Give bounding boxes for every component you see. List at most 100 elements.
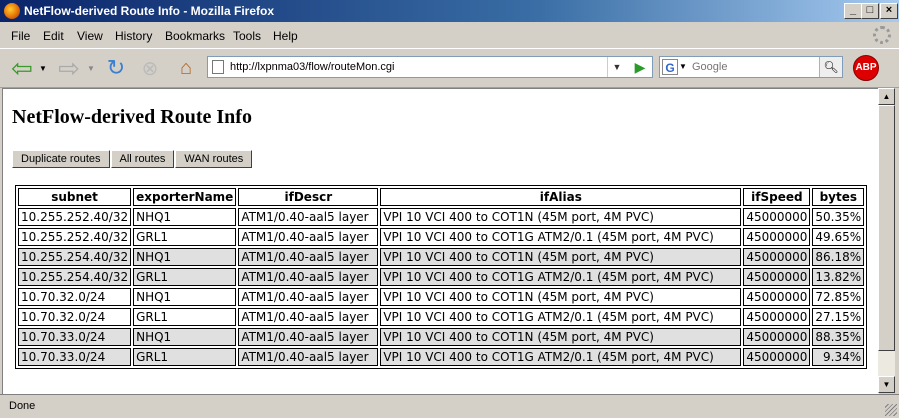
cell-ifalias: VPI 10 VCI 400 to COT1G ATM2/0.1 (45M po… — [380, 228, 742, 246]
back-history-dropdown-icon[interactable]: ▼ — [38, 61, 48, 75]
menu-bookmarks[interactable]: Bookmarks — [165, 29, 225, 43]
cell-bytes: 72.85% — [812, 288, 865, 306]
cell-subnet: 10.70.33.0/24 — [18, 328, 132, 346]
menu-view[interactable]: View — [77, 29, 103, 43]
google-engine-icon[interactable]: G — [662, 59, 678, 75]
reload-icon[interactable]: ↻ — [103, 55, 129, 81]
window-title: NetFlow-derived Route Info - Mozilla Fir… — [24, 4, 275, 18]
cell-ifspeed: 45000000 — [743, 348, 811, 366]
search-bar[interactable]: G ▼ 🔍︎ — [659, 56, 843, 78]
column-header-bytes: bytes — [812, 188, 865, 206]
cell-bytes: 49.65% — [812, 228, 865, 246]
cell-subnet: 10.255.254.40/32 — [18, 248, 132, 266]
cell-ifalias: VPI 10 VCI 400 to COT1N (45M port, 4M PV… — [380, 288, 742, 306]
cell-exportername: GRL1 — [133, 228, 237, 246]
cell-ifalias: VPI 10 VCI 400 to COT1G ATM2/0.1 (45M po… — [380, 348, 742, 366]
cell-exportername: NHQ1 — [133, 208, 237, 226]
wan-routes-button[interactable]: WAN routes — [175, 150, 253, 168]
cell-bytes: 9.34% — [812, 348, 865, 366]
menu-edit[interactable]: Edit — [43, 29, 64, 43]
table-row: 10.255.252.40/32 NHQ1 ATM1/0.40-aal5 layer… — [18, 208, 865, 226]
search-icon[interactable]: 🔍︎ — [819, 57, 842, 77]
cell-ifspeed: 45000000 — [743, 228, 811, 246]
cell-ifalias: VPI 10 VCI 400 to COT1G ATM2/0.1 (45M po… — [380, 308, 742, 326]
column-header-exportername: exporterName — [133, 188, 237, 206]
cell-exportername: GRL1 — [133, 308, 237, 326]
cell-exportername: NHQ1 — [133, 248, 237, 266]
cell-ifspeed: 45000000 — [743, 328, 811, 346]
vertical-scrollbar[interactable]: ▲ ▼ — [878, 88, 895, 393]
table-row: 10.70.33.0/24 GRL1 ATM1/0.40-aal5 layer VPI… — [18, 348, 865, 366]
scrollbar-thumb[interactable] — [878, 105, 895, 351]
table-row: 10.255.252.40/32 GRL1 ATM1/0.40-aal5 layer… — [18, 228, 865, 246]
cell-subnet: 10.70.32.0/24 — [18, 288, 132, 306]
table-header-row: subnet exporterName ifDescr ifAlias ifSp… — [18, 188, 865, 206]
cell-ifspeed: 45000000 — [743, 268, 811, 286]
duplicate-routes-button[interactable]: Duplicate routes — [12, 150, 110, 168]
scroll-up-icon[interactable]: ▲ — [878, 88, 895, 105]
cell-ifalias: VPI 10 VCI 400 to COT1N (45M port, 4M PV… — [380, 328, 742, 346]
resize-grip-icon[interactable] — [885, 404, 897, 416]
cell-bytes: 50.35% — [812, 208, 865, 226]
adblock-plus-icon[interactable]: ABP — [853, 55, 879, 81]
search-engine-dropdown-icon[interactable]: ▼ — [679, 62, 687, 71]
cell-ifspeed: 45000000 — [743, 288, 811, 306]
window-titlebar[interactable]: NetFlow-derived Route Info - Mozilla Fir… — [0, 0, 899, 22]
cell-ifdescr: ATM1/0.40-aal5 layer — [238, 288, 379, 306]
page-content: NetFlow-derived Route Info Duplicate rou… — [2, 88, 879, 394]
cell-bytes: 13.82% — [812, 268, 865, 286]
cell-ifdescr: ATM1/0.40-aal5 layer — [238, 268, 379, 286]
status-bar: Done — [0, 394, 899, 418]
menu-bar: File Edit View History Bookmarks Tools H… — [0, 24, 899, 46]
cell-ifdescr: ATM1/0.40-aal5 layer — [238, 228, 379, 246]
cell-exportername: NHQ1 — [133, 328, 237, 346]
table-row: 10.70.33.0/24 NHQ1 ATM1/0.40-aal5 layer VPI… — [18, 328, 865, 346]
cell-exportername: GRL1 — [133, 348, 237, 366]
column-header-ifdescr: ifDescr — [238, 188, 379, 206]
throbber-icon — [873, 26, 891, 44]
cell-exportername: NHQ1 — [133, 288, 237, 306]
menu-history[interactable]: History — [115, 29, 152, 43]
cell-ifspeed: 45000000 — [743, 308, 811, 326]
scroll-down-icon[interactable]: ▼ — [878, 376, 895, 393]
stop-icon[interactable]: ⊗ — [137, 55, 163, 81]
cell-subnet: 10.70.33.0/24 — [18, 348, 132, 366]
close-button[interactable]: × — [880, 3, 898, 19]
cell-ifdescr: ATM1/0.40-aal5 layer — [238, 208, 379, 226]
go-arrow-icon[interactable]: ▶ — [631, 59, 649, 75]
cell-ifdescr: ATM1/0.40-aal5 layer — [238, 328, 379, 346]
firefox-logo-icon — [4, 3, 20, 19]
back-arrow-icon[interactable]: ⇦ — [8, 53, 36, 83]
cell-ifalias: VPI 10 VCI 400 to COT1N (45M port, 4M PV… — [380, 208, 742, 226]
forward-history-dropdown-icon[interactable]: ▼ — [86, 61, 96, 75]
minimize-button[interactable]: _ — [844, 3, 862, 19]
all-routes-button[interactable]: All routes — [110, 150, 175, 168]
column-header-ifspeed: ifSpeed — [743, 188, 811, 206]
menu-help[interactable]: Help — [273, 29, 298, 43]
cell-ifalias: VPI 10 VCI 400 to COT1N (45M port, 4M PV… — [380, 248, 742, 266]
search-input[interactable] — [692, 60, 812, 74]
cell-bytes: 86.18% — [812, 248, 865, 266]
table-row: 10.255.254.40/32 GRL1 ATM1/0.40-aal5 layer… — [18, 268, 865, 286]
menu-file[interactable]: File — [11, 29, 30, 43]
url-input[interactable] — [230, 59, 610, 75]
home-icon[interactable]: ⌂ — [173, 55, 199, 81]
maximize-button[interactable]: □ — [861, 3, 879, 19]
cell-ifspeed: 45000000 — [743, 248, 811, 266]
cell-ifspeed: 45000000 — [743, 208, 811, 226]
cell-exportername: GRL1 — [133, 268, 237, 286]
table-row: 10.70.32.0/24 GRL1 ATM1/0.40-aal5 layer VPI… — [18, 308, 865, 326]
cell-ifdescr: ATM1/0.40-aal5 layer — [238, 348, 379, 366]
route-table: subnet exporterName ifDescr ifAlias ifSp… — [15, 185, 868, 369]
cell-subnet: 10.255.252.40/32 — [18, 208, 132, 226]
cell-subnet: 10.255.252.40/32 — [18, 228, 132, 246]
cell-ifdescr: ATM1/0.40-aal5 layer — [238, 248, 379, 266]
column-header-ifalias: ifAlias — [380, 188, 742, 206]
table-row: 10.70.32.0/24 NHQ1 ATM1/0.40-aal5 layer VPI… — [18, 288, 865, 306]
column-header-subnet: subnet — [18, 188, 132, 206]
cell-bytes: 27.15% — [812, 308, 865, 326]
menu-tools[interactable]: Tools — [233, 29, 261, 43]
url-dropdown-icon[interactable]: ▼ — [607, 57, 626, 77]
address-bar[interactable]: ▼ ▶ — [207, 56, 653, 78]
forward-arrow-icon[interactable]: ⇨ — [55, 53, 83, 83]
